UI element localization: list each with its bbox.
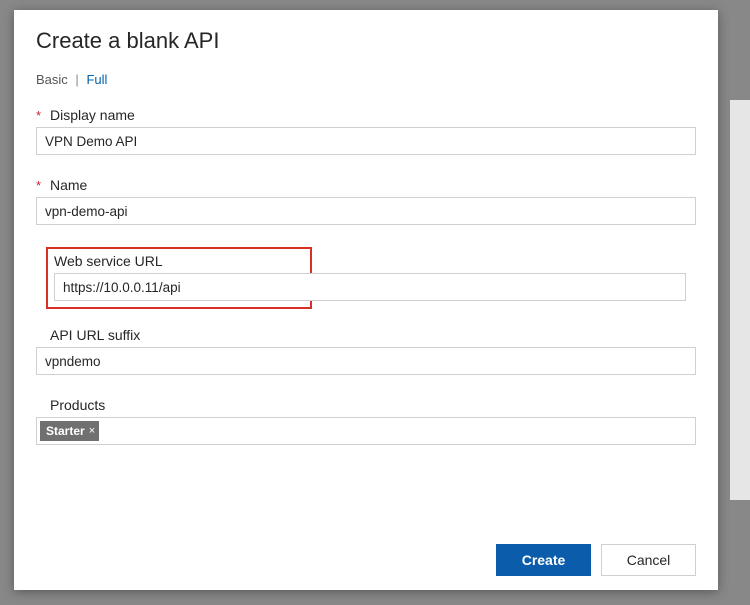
view-separator: | [75, 72, 78, 87]
field-name: * Name [36, 177, 696, 225]
field-display-name: * Display name [36, 107, 696, 155]
cancel-button[interactable]: Cancel [601, 544, 696, 576]
field-products: Products Starter × [36, 397, 696, 445]
product-tag[interactable]: Starter × [40, 421, 99, 441]
view-basic[interactable]: Basic [36, 72, 68, 87]
create-button[interactable]: Create [496, 544, 591, 576]
name-input[interactable] [36, 197, 696, 225]
api-url-suffix-label: API URL suffix [50, 327, 140, 343]
required-indicator: * [36, 178, 50, 193]
remove-tag-icon[interactable]: × [89, 422, 95, 440]
api-url-suffix-input[interactable] [36, 347, 696, 375]
products-label: Products [50, 397, 105, 413]
view-toggle: Basic | Full [36, 72, 696, 87]
background-page-fragment [730, 100, 750, 500]
display-name-input[interactable] [36, 127, 696, 155]
create-api-dialog: Create a blank API Basic | Full * Displa… [14, 10, 718, 590]
products-input[interactable]: Starter × [36, 417, 696, 445]
name-label: Name [50, 177, 87, 193]
display-name-label: Display name [50, 107, 135, 123]
product-tag-label: Starter [46, 422, 85, 440]
dialog-footer: Create Cancel [496, 544, 696, 576]
web-service-url-highlight: Web service URL [46, 247, 312, 309]
required-indicator: * [36, 108, 50, 123]
dialog-title: Create a blank API [36, 28, 696, 54]
web-service-url-label: Web service URL [54, 253, 163, 269]
view-full[interactable]: Full [86, 72, 107, 87]
field-web-service-url: Web service URL [54, 253, 304, 301]
web-service-url-input[interactable] [54, 273, 686, 301]
field-api-url-suffix: API URL suffix [36, 327, 696, 375]
